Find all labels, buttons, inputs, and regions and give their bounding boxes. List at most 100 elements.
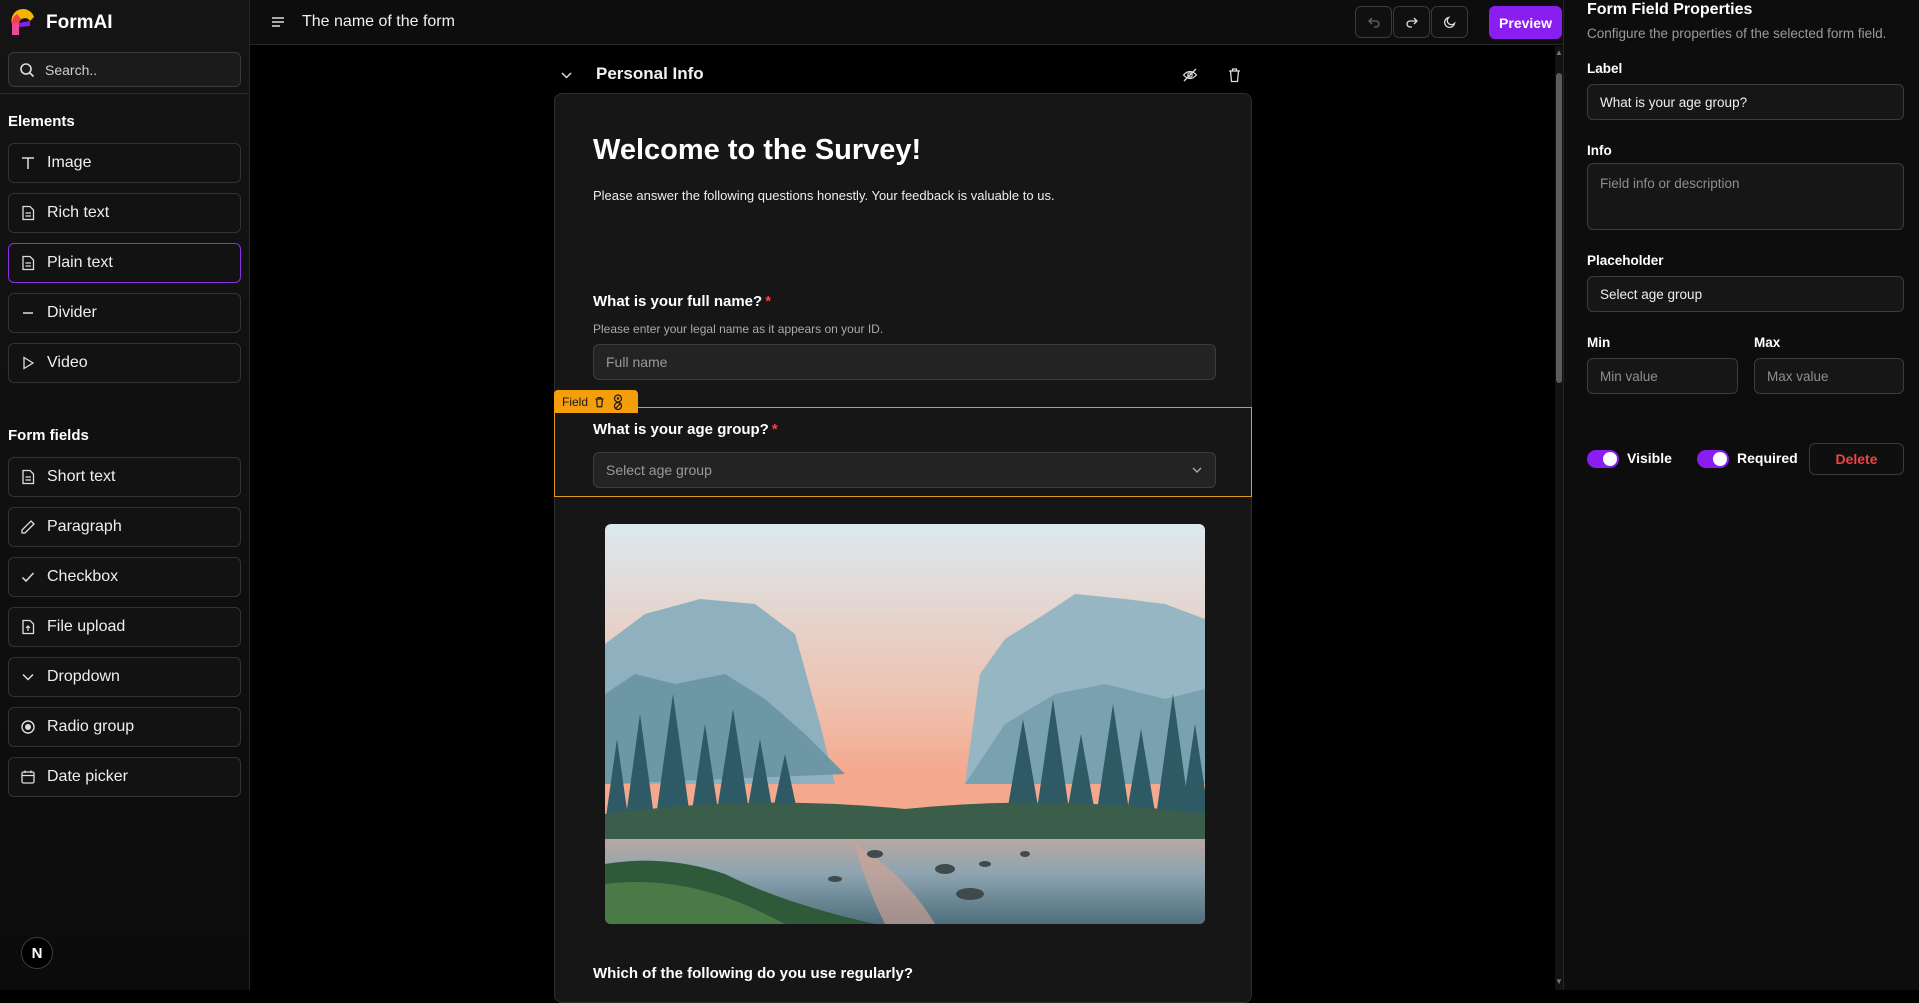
- field-label: Radio group: [47, 718, 135, 735]
- document-icon: [19, 254, 37, 272]
- required-mark: *: [771, 421, 778, 438]
- document-icon: [19, 204, 37, 222]
- properties-panel: [1563, 0, 1919, 990]
- min-input[interactable]: [1587, 358, 1738, 394]
- info-textarea[interactable]: [1587, 163, 1904, 230]
- app-name: FormAI: [46, 12, 113, 33]
- question-full-name-label[interactable]: What is your full name? *: [593, 293, 771, 310]
- field-dropdown[interactable]: Dropdown: [8, 657, 241, 697]
- question-regular-use-label[interactable]: Which of the following do you use regula…: [593, 965, 913, 982]
- form-fields-heading: Form fields: [8, 427, 89, 444]
- properties-subtitle: Configure the properties of the selected…: [1587, 26, 1887, 41]
- chevron-down-icon[interactable]: [560, 69, 573, 82]
- trash-icon[interactable]: [1227, 67, 1242, 83]
- next-badge[interactable]: N: [21, 937, 53, 969]
- question-text: What is your age group?: [593, 421, 769, 438]
- required-label: Required: [1737, 450, 1798, 466]
- field-tag-label: Field: [562, 394, 589, 409]
- element-rich-text[interactable]: Rich text: [8, 193, 241, 233]
- top-bar: The name of the form Preview: [250, 0, 1563, 45]
- welcome-title[interactable]: Welcome to the Survey!: [593, 134, 921, 167]
- search-input[interactable]: [45, 61, 225, 78]
- field-toolbar-tag: Field: [554, 390, 638, 413]
- element-label: Divider: [47, 304, 97, 321]
- field-short-text[interactable]: Short text: [8, 457, 241, 497]
- field-label: Short text: [47, 468, 116, 485]
- undo-button[interactable]: [1355, 6, 1392, 38]
- field-label: Dropdown: [47, 668, 120, 685]
- chevron-down-icon: [1192, 467, 1202, 473]
- age-group-select[interactable]: Select age group: [593, 452, 1216, 488]
- element-label: Plain text: [47, 254, 113, 271]
- minus-icon: [19, 304, 37, 322]
- min-field-title: Min: [1587, 335, 1611, 350]
- toggle-knob: [1713, 452, 1727, 466]
- properties-title: Form Field Properties: [1587, 1, 1753, 18]
- brand[interactable]: FormAI: [8, 8, 113, 38]
- toggle-knob: [1603, 452, 1617, 466]
- placeholder-input[interactable]: [1587, 276, 1904, 312]
- form-title[interactable]: The name of the form: [302, 13, 455, 31]
- delete-field-button[interactable]: Delete: [1809, 443, 1904, 475]
- formai-logo-icon: [8, 8, 38, 38]
- pencil-icon: [19, 518, 37, 536]
- field-date-picker[interactable]: Date picker: [8, 757, 241, 797]
- calendar-icon: [19, 768, 37, 786]
- required-toggle[interactable]: [1697, 450, 1729, 468]
- search-box[interactable]: [8, 52, 241, 87]
- section-name[interactable]: Personal Info: [596, 64, 704, 84]
- redo-button[interactable]: [1393, 6, 1430, 38]
- document-icon: [19, 468, 37, 486]
- scroll-down-arrow-icon[interactable]: ▼: [1555, 978, 1563, 986]
- theme-toggle-button[interactable]: [1431, 6, 1468, 38]
- redo-icon: [1405, 17, 1418, 28]
- required-mark: *: [765, 293, 772, 310]
- field-label: File upload: [47, 618, 126, 635]
- file-upload-icon: [19, 618, 37, 636]
- label-input[interactable]: [1587, 84, 1904, 120]
- info-field-title: Info: [1587, 143, 1612, 158]
- eye-icon[interactable]: [611, 393, 625, 410]
- element-label: Video: [47, 354, 88, 371]
- play-icon: [19, 354, 37, 372]
- visible-label: Visible: [1627, 450, 1672, 466]
- question-full-name-info: Please enter your legal name as it appea…: [593, 322, 884, 336]
- scrollbar-thumb[interactable]: [1556, 73, 1562, 383]
- field-file-upload[interactable]: File upload: [8, 607, 241, 647]
- placeholder-field-title: Placeholder: [1587, 253, 1664, 268]
- element-plain-text[interactable]: Plain text: [8, 243, 241, 283]
- field-checkbox[interactable]: Checkbox: [8, 557, 241, 597]
- element-divider[interactable]: Divider: [8, 293, 241, 333]
- check-icon: [19, 568, 37, 586]
- max-input[interactable]: [1754, 358, 1904, 394]
- menu-icon[interactable]: [270, 14, 286, 30]
- field-label: Checkbox: [47, 568, 119, 585]
- sidebar-divider: [0, 93, 250, 94]
- section-header: Personal Info: [554, 60, 1252, 90]
- field-label: Paragraph: [47, 518, 122, 535]
- select-placeholder: Select age group: [606, 462, 712, 478]
- element-label: Rich text: [47, 204, 110, 221]
- full-name-input[interactable]: [593, 344, 1216, 380]
- welcome-subtitle[interactable]: Please answer the following questions ho…: [593, 188, 1055, 203]
- question-age-group-label[interactable]: What is your age group? *: [593, 421, 778, 438]
- eye-off-icon[interactable]: [1182, 67, 1198, 83]
- radio-icon: [19, 718, 37, 736]
- undo-icon: [1367, 17, 1380, 28]
- max-field-title: Max: [1754, 335, 1781, 350]
- element-image[interactable]: Image: [8, 143, 241, 183]
- landscape-image[interactable]: [605, 524, 1205, 924]
- elements-heading: Elements: [8, 113, 75, 130]
- trash-icon[interactable]: [594, 396, 605, 408]
- field-label: Date picker: [47, 768, 128, 785]
- field-radio-group[interactable]: Radio group: [8, 707, 241, 747]
- text-type-icon: [19, 154, 37, 172]
- field-paragraph[interactable]: Paragraph: [8, 507, 241, 547]
- visible-toggle[interactable]: [1587, 450, 1619, 468]
- search-icon: [20, 62, 35, 77]
- question-text: What is your full name?: [593, 293, 763, 310]
- preview-button[interactable]: Preview: [1489, 6, 1562, 39]
- element-video[interactable]: Video: [8, 343, 241, 383]
- scroll-up-arrow-icon[interactable]: ▲: [1555, 49, 1563, 57]
- chevron-down-icon: [19, 668, 37, 686]
